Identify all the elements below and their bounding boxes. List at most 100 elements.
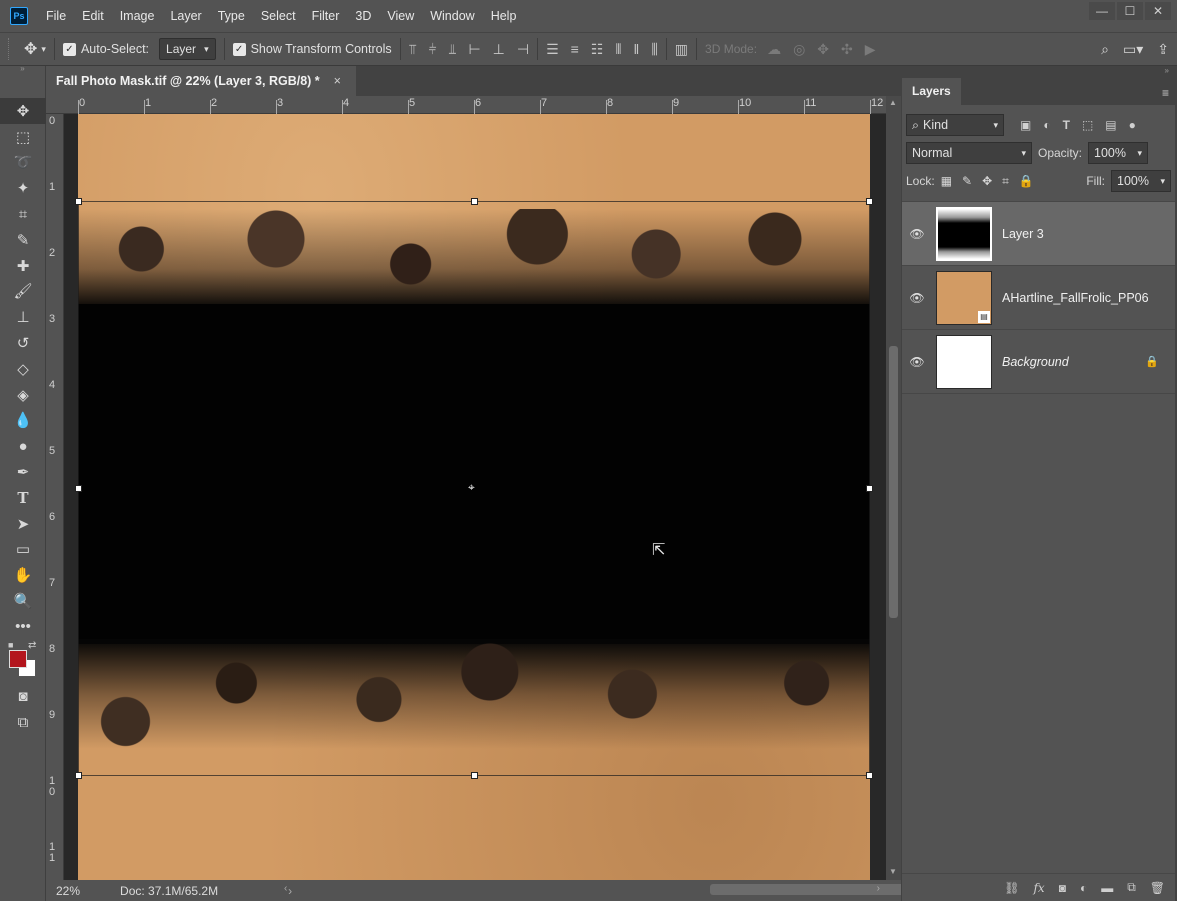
scroll-right-icon[interactable]: › — [877, 883, 880, 894]
history-brush-tool-icon[interactable]: ↺ — [0, 330, 46, 356]
distribute-vcenter-icon[interactable]: ≡ — [571, 41, 579, 58]
3d-roll-icon[interactable]: ◎ — [793, 41, 805, 58]
blur-tool-icon[interactable]: 💧 — [0, 408, 46, 434]
zoom-level[interactable]: 22% — [56, 884, 80, 898]
document-canvas[interactable] — [78, 114, 870, 880]
adjustment-layer-icon[interactable]: ◐ — [1080, 881, 1087, 895]
layer-name[interactable]: AHartline_FallFrolic_PP06 — [1002, 291, 1149, 305]
screen-mode-icon[interactable]: ⧉ — [0, 710, 46, 736]
filter-kind-dropdown[interactable]: ⌕ Kind ▾ — [906, 114, 1004, 136]
new-group-icon[interactable]: ▬ — [1101, 881, 1113, 895]
transform-center-icon[interactable]: ⌖ — [468, 480, 475, 495]
menu-filter[interactable]: Filter — [304, 0, 348, 32]
hand-tool-icon[interactable]: ✋ — [0, 562, 46, 588]
menu-3d[interactable]: 3D — [347, 0, 379, 32]
quick-mask-icon[interactable]: ◙ — [0, 684, 46, 710]
filter-type-icon[interactable]: T — [1063, 118, 1070, 132]
panel-menu-icon[interactable]: ≡ — [1162, 86, 1169, 100]
layer-row[interactable]: 👁 Background 🔒 — [902, 330, 1175, 394]
healing-brush-tool-icon[interactable]: ✚ — [0, 253, 46, 279]
menu-window[interactable]: Window — [422, 0, 482, 32]
lasso-tool-icon[interactable]: ➰ — [0, 150, 46, 176]
search-icon[interactable]: ⌕ — [1101, 41, 1109, 58]
layer-row[interactable]: 👁 Layer 3 — [902, 202, 1175, 266]
pen-tool-icon[interactable]: ✒ — [0, 459, 46, 485]
close-tab-icon[interactable]: × — [334, 74, 341, 88]
magic-wand-tool-icon[interactable]: ✦ — [0, 175, 46, 201]
transform-handle-mr[interactable] — [866, 485, 873, 492]
swap-colors-icon[interactable]: ⇄ — [28, 640, 36, 651]
align-right-icon[interactable]: ⊣ — [517, 41, 529, 58]
tab-layers[interactable]: Layers — [902, 78, 961, 105]
horizontal-scroll-thumb[interactable] — [710, 884, 922, 895]
fill-field[interactable]: 100% ▾ — [1111, 170, 1171, 192]
blend-mode-dropdown[interactable]: Normal ▾ — [906, 142, 1032, 164]
auto-select-checkbox[interactable]: ✓ — [62, 42, 76, 56]
menu-view[interactable]: View — [379, 0, 422, 32]
show-transform-checkbox[interactable]: ✓ — [232, 42, 246, 56]
align-left-icon[interactable]: ⊢ — [468, 41, 480, 58]
brush-tool-icon[interactable]: 🖌 — [0, 279, 46, 305]
visibility-eye-icon[interactable]: 👁 — [902, 291, 932, 305]
layer-row[interactable]: 👁 ▤ AHartline_FallFrolic_PP06 — [902, 266, 1175, 330]
transform-handle-tr[interactable] — [866, 198, 873, 205]
visibility-eye-icon[interactable]: 👁 — [902, 355, 932, 369]
auto-select-dropdown[interactable]: Layer ▾ — [159, 38, 216, 60]
paint-bucket-tool-icon[interactable]: ◈ — [0, 382, 46, 408]
menu-type[interactable]: Type — [210, 0, 253, 32]
align-bottom-icon[interactable]: ⫫ — [449, 41, 457, 58]
transform-handle-bl[interactable] — [75, 772, 82, 779]
more-tools-icon[interactable]: ••• — [0, 614, 46, 640]
dock-collapse-icon[interactable]: » — [1165, 66, 1169, 75]
layer-name[interactable]: Background — [1002, 355, 1069, 369]
dodge-tool-icon[interactable]: ● — [0, 433, 46, 459]
zoom-tool-icon[interactable]: 🔍 — [0, 588, 46, 614]
transform-handle-br[interactable] — [866, 772, 873, 779]
close-icon[interactable]: ✕ — [1145, 2, 1171, 20]
menu-image[interactable]: Image — [112, 0, 163, 32]
default-colors-icon[interactable]: ■ — [8, 640, 13, 650]
ruler-horizontal[interactable]: 0 1 2 3 4 5 6 7 8 9 10 11 12 — [46, 96, 886, 114]
share-icon[interactable]: ⇪ — [1157, 41, 1169, 58]
add-mask-icon[interactable]: ◙ — [1059, 881, 1066, 895]
marquee-tool-icon[interactable]: ⬚ — [0, 124, 46, 150]
transform-handle-bc[interactable] — [471, 772, 478, 779]
lock-image-icon[interactable]: ✎ — [962, 174, 972, 189]
link-layers-icon[interactable]: ⛓ — [1004, 881, 1019, 895]
menu-layer[interactable]: Layer — [162, 0, 209, 32]
lock-all-icon[interactable]: 🔒 — [1019, 174, 1034, 189]
eraser-tool-icon[interactable]: ◇ — [0, 356, 46, 382]
rectangle-tool-icon[interactable]: ▭ — [0, 537, 46, 563]
new-layer-icon[interactable]: ⧉ — [1127, 880, 1136, 895]
tool-preset-picker[interactable]: ✥ ▾ — [24, 39, 46, 59]
3d-rotate-icon[interactable]: ☁ — [767, 41, 781, 58]
maximize-icon[interactable]: ☐ — [1117, 2, 1143, 20]
canvas-area[interactable]: ⌖ ⇱ — [64, 114, 886, 880]
distribute-right-icon[interactable]: ⫼ — [651, 41, 657, 58]
3d-slide-icon[interactable]: ✣ — [841, 41, 853, 58]
visibility-eye-icon[interactable]: 👁 — [902, 227, 932, 241]
filter-smart-object-icon[interactable]: ▤ — [1105, 118, 1116, 132]
transform-handle-ml[interactable] — [75, 485, 82, 492]
align-vcenter-icon[interactable]: ⫩ — [429, 41, 437, 58]
distribute-hcenter-icon[interactable]: ‖ — [634, 41, 640, 58]
menu-edit[interactable]: Edit — [74, 0, 112, 32]
align-hcenter-icon[interactable]: ⊥ — [493, 41, 505, 58]
ruler-vertical[interactable]: 0 1 2 3 4 5 6 7 8 9 1 0 1 1 — [46, 114, 64, 880]
auto-align-icon[interactable]: ▥ — [675, 41, 688, 58]
filter-shape-icon[interactable]: ⬚ — [1082, 118, 1093, 132]
clone-stamp-tool-icon[interactable]: ⊥ — [0, 304, 46, 330]
panel-collapse-icon[interactable]: » — [0, 65, 45, 73]
scroll-left-icon[interactable]: ‹ — [284, 883, 287, 894]
distribute-left-icon[interactable]: ⦀ — [615, 41, 621, 58]
path-selection-tool-icon[interactable]: ➤ — [0, 511, 46, 537]
minimize-icon[interactable]: — — [1089, 2, 1115, 20]
move-tool-icon[interactable]: ✥ — [0, 98, 46, 124]
scroll-down-icon[interactable]: ▼ — [889, 867, 897, 876]
menu-help[interactable]: Help — [483, 0, 525, 32]
transform-handle-tl[interactable] — [75, 198, 82, 205]
layer-style-icon[interactable]: fx — [1033, 881, 1044, 895]
delete-layer-icon[interactable]: 🗑 — [1150, 881, 1165, 895]
crop-tool-icon[interactable]: ⌗ — [0, 201, 46, 227]
transform-handle-tc[interactable] — [471, 198, 478, 205]
